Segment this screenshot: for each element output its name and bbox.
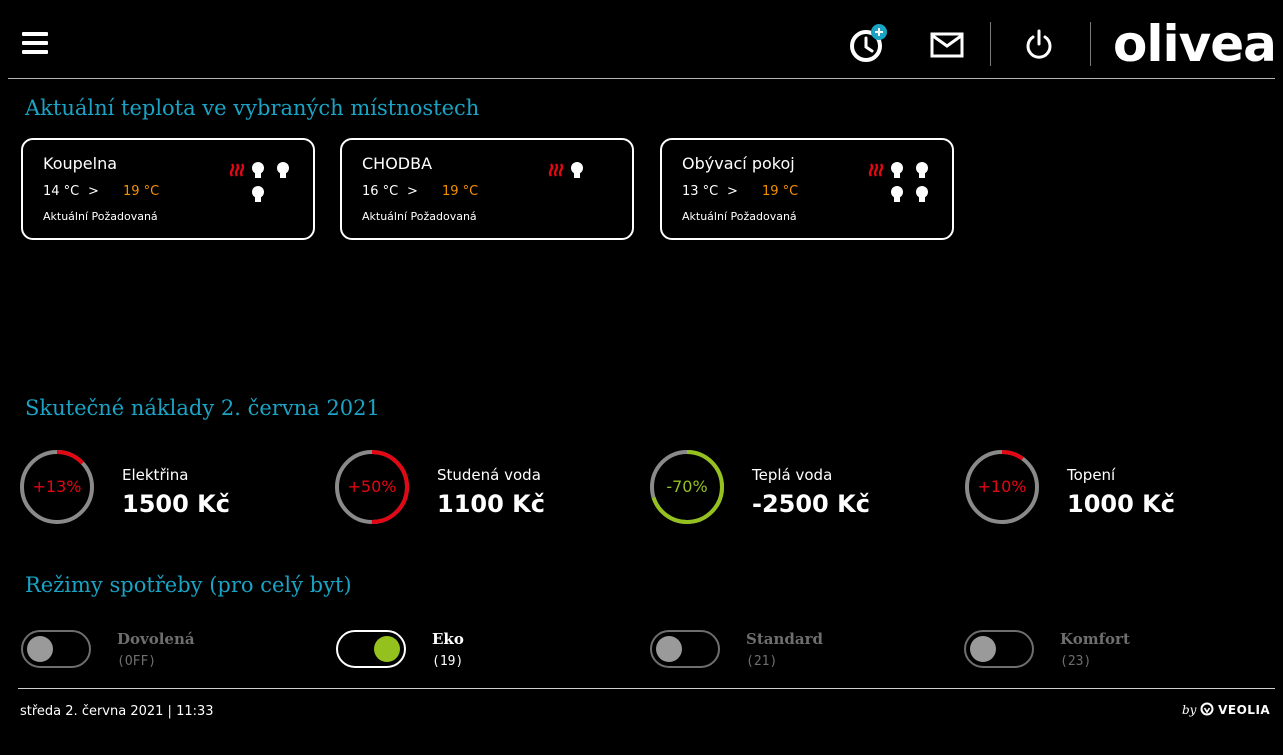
mode-toggle[interactable] [964,630,1034,668]
current-temp: 13 °C [682,184,719,199]
mode-value: (OFF) [117,654,157,669]
bulb-icon [252,162,264,178]
current-temp: 16 °C [362,184,399,199]
mode-eko: Eko (19) [336,630,626,680]
costs-section-title: Skutečné náklady 2. června 2021 [25,396,380,420]
room-name: Koupelna [43,154,118,173]
label-required: Požadovaná [91,210,158,223]
footer-datetime: středa 2. června 2021 | 11:33 [20,704,214,719]
bulb-icon [571,162,583,178]
room-status-icons [229,162,289,202]
header-divider [8,78,1275,79]
cost-item-tepla-voda[interactable]: -70% Teplá voda -2500 Kč [648,448,938,528]
required-temp: 19 °C [442,184,479,199]
toggle-knob [27,636,53,662]
room-temps: 16 °C > 19 °C [362,184,478,199]
mode-standard: Standard (21) [650,630,940,680]
required-temp: 19 °C [123,184,160,199]
temp-labels: Aktuální Požadovaná [362,210,477,223]
rooms-section-title: Aktuální teplota ve vybraných místnostec… [25,96,480,120]
room-status-icons [868,162,928,202]
cost-percent: +10% [977,477,1027,496]
mode-name: Standard [746,630,823,648]
cost-item-studena-voda[interactable]: +50% Studená voda 1100 Kč [333,448,623,528]
power-icon[interactable] [1024,28,1054,60]
label-current: Aktuální [362,210,408,223]
mode-dovolena: Dovolená (OFF) [21,630,311,680]
toggle-knob [656,636,682,662]
temp-labels: Aktuální Požadovaná [43,210,158,223]
mode-name: Dovolená [117,630,195,648]
label-current: Aktuální [43,210,89,223]
cost-percent: +13% [32,477,82,496]
footer-brand-name: VEOLIA [1218,703,1271,717]
room-temps: 13 °C > 19 °C [682,184,798,199]
mode-name: Eko [432,630,464,648]
header-separator [1090,22,1091,66]
arrow-icon: > [407,184,418,199]
mode-toggle[interactable] [650,630,720,668]
mode-komfort: Komfort (23) [964,630,1254,680]
mail-icon[interactable] [930,32,964,58]
cost-name: Topení [1067,466,1116,484]
heater-icon [868,163,884,177]
header: olivea [8,8,1277,78]
mode-value: (21) [746,654,778,669]
required-temp: 19 °C [762,184,799,199]
app-frame: olivea Aktuální teplota ve vybraných mís… [8,8,1277,747]
veolia-logo-icon [1200,702,1214,716]
mode-value: (23) [1060,654,1092,669]
cost-percent: +50% [347,477,397,496]
room-card-koupelna[interactable]: Koupelna 14 °C > 19 °C Aktuální Požadova… [21,138,315,240]
room-card-obyvaci-pokoj[interactable]: Obývací pokoj 13 °C > 19 °C Aktuální Pož… [660,138,954,240]
cost-value: 1100 Kč [437,490,545,518]
current-temp: 14 °C [43,184,80,199]
clock-plus-icon[interactable] [846,20,892,66]
heater-icon [548,163,564,177]
brand-logo: olivea [1113,15,1277,73]
bulb-icon [277,162,289,178]
room-name: Obývací pokoj [682,154,795,173]
temp-labels: Aktuální Požadovaná [682,210,797,223]
cost-value: 1000 Kč [1067,490,1175,518]
bulb-icon [252,186,264,202]
toggle-knob [374,636,400,662]
footer-divider [18,688,1275,689]
cost-name: Teplá voda [752,466,833,484]
cost-item-elektrina[interactable]: +13% Elektřina 1500 Kč [18,448,308,528]
label-required: Požadovaná [410,210,477,223]
footer-by: by [1182,703,1197,717]
cost-item-topeni[interactable]: +10% Topení 1000 Kč [963,448,1253,528]
footer-brand: by VEOLIA [1182,702,1270,717]
arrow-icon: > [88,184,99,199]
cost-value: -2500 Kč [752,490,870,518]
cost-name: Elektřina [122,466,189,484]
bulb-icon [891,186,903,202]
room-card-chodba[interactable]: CHODBA 16 °C > 19 °C Aktuální Požadovaná [340,138,634,240]
bulb-icon [891,162,903,178]
room-status-icons [548,162,583,178]
header-separator [990,22,991,66]
heater-icon [229,163,245,177]
label-current: Aktuální [682,210,728,223]
label-required: Požadovaná [730,210,797,223]
mode-name: Komfort [1060,630,1130,648]
mode-toggle[interactable] [21,630,91,668]
modes-section-title: Režimy spotřeby (pro celý byt) [25,573,352,597]
bulb-icon [916,186,928,202]
room-name: CHODBA [362,154,433,173]
cost-percent: -70% [666,477,708,496]
mode-value: (19) [432,654,464,669]
cost-value: 1500 Kč [122,490,230,518]
cost-name: Studená voda [437,466,541,484]
bulb-icon [916,162,928,178]
menu-icon[interactable] [22,32,48,54]
toggle-knob [970,636,996,662]
room-temps: 14 °C > 19 °C [43,184,159,199]
arrow-icon: > [727,184,738,199]
mode-toggle[interactable] [336,630,406,668]
